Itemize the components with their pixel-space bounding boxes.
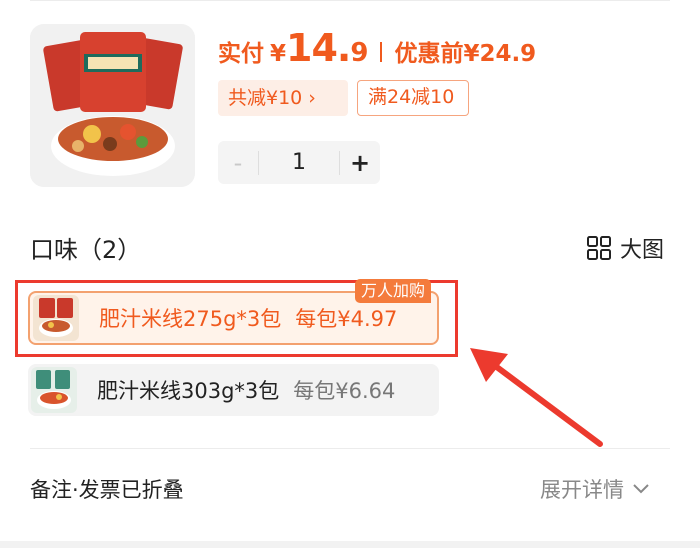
big-view-label: 大图 [620,238,665,263]
price-integer: 14. [286,26,351,70]
option-thumbnail [33,295,79,341]
original-price-label: 优惠前 [394,41,464,67]
increase-button[interactable]: + [340,149,380,177]
product-image[interactable] [30,24,195,187]
rice-noodle-thumbnail-icon [33,295,79,341]
popular-badge: 万人加购 [355,279,432,303]
annotation-arrow-icon [470,348,603,447]
paid-label: 实付 [218,41,264,67]
option-unit-price: 每包¥6.64 [293,379,396,403]
option-thumbnail [31,367,77,413]
rice-noodle-thumbnail-icon [31,367,77,413]
top-divider [30,0,670,1]
coupon-tag: 满24减10 [357,80,469,116]
big-view-button[interactable]: 大图 [586,232,664,264]
quantity-input[interactable]: 1 [259,150,339,175]
remark-invoice-collapsed: 备注·发票已折叠 [30,478,184,502]
option-unit-price: 每包¥4.97 [295,307,398,331]
rice-noodle-product-image [30,24,195,187]
option-name: 肥汁米线275g*3包 [99,307,282,331]
decrease-button[interactable]: - [218,149,258,177]
currency-symbol: ¥ [270,41,287,67]
price-separator [380,42,383,62]
price-row: 实付 ¥14.9 优惠前¥24.9 [218,26,536,78]
expand-details-button[interactable]: 展开详情 [540,474,650,504]
flavor-option-303g[interactable]: 肥汁米线303g*3包 每包¥6.64 [28,364,439,416]
price-decimal: 9 [350,38,369,68]
bottom-strip [0,541,700,548]
option-name: 肥汁米线303g*3包 [97,379,280,403]
section-divider [30,448,670,449]
quantity-stepper: - 1 + [218,141,380,184]
flavor-title: 口味（2） [30,236,142,264]
chevron-down-icon [633,484,649,494]
original-price: ¥24.9 [463,41,537,67]
discount-tag[interactable]: 共减¥10 › [218,80,348,116]
grid-icon [587,236,611,260]
expand-label: 展开详情 [540,478,624,502]
